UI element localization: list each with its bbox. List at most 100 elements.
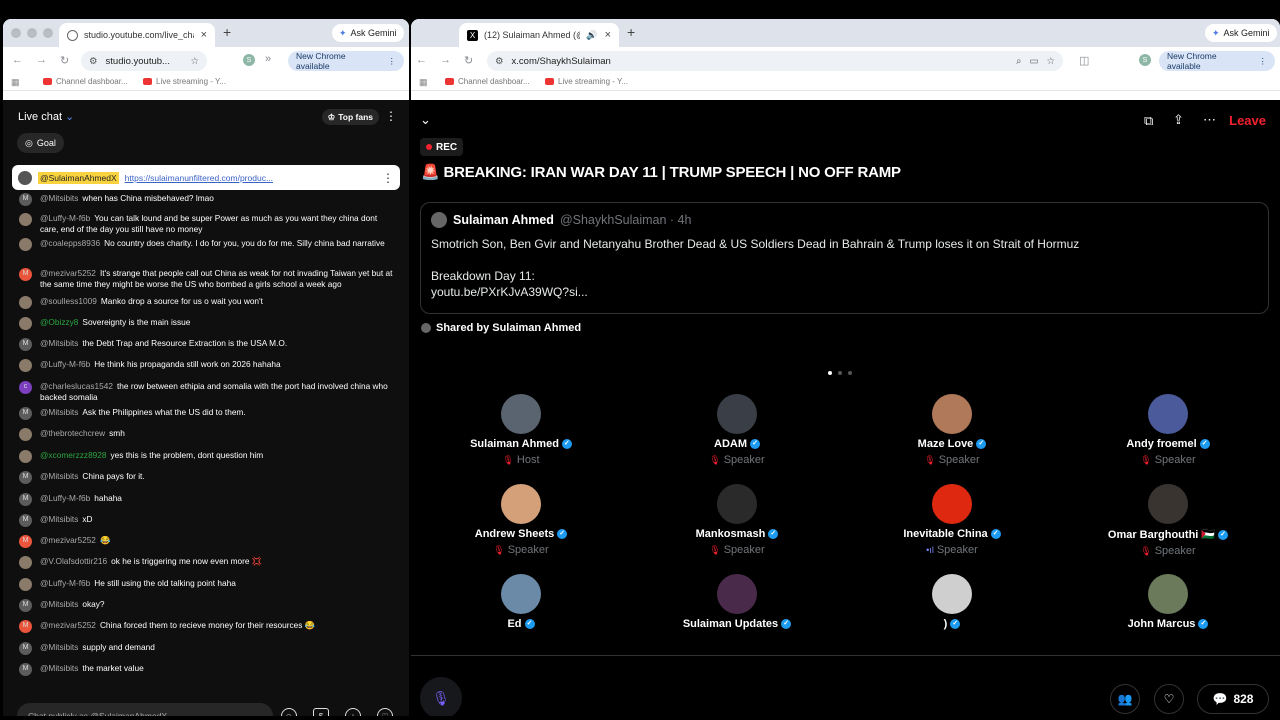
pager-dots[interactable] [828,371,852,375]
chat-message[interactable]: M @Mitsibits xD [19,514,394,527]
avatar[interactable] [19,556,32,569]
chat-username[interactable]: @thebrotechcrew [40,428,105,438]
chat-message[interactable]: @Obizzy8 Sovereignty is the main issue [19,317,394,330]
ask-gemini-button[interactable]: ✦ Ask Gemini [1205,24,1277,42]
avatar[interactable] [19,359,32,372]
avatar[interactable]: M [19,642,32,655]
chat-message[interactable]: M @Mitsibits when has China misbehaved? lm… [19,193,394,206]
extensions-chevron-icon[interactable]: » [265,53,271,65]
chat-message[interactable]: @Luffy-M-f6b He still using the old talki… [19,578,394,591]
avatar[interactable] [717,394,757,434]
address-bar[interactable]: ⚙ x.com/ShaykhSulaiman ⌕ ▭ ☆ [487,51,1063,71]
tab-live-chat[interactable]: studio.youtube.com/live_chat × [59,23,215,47]
avatar[interactable] [932,484,972,524]
top-fans-button[interactable]: ♔ Top fans [321,109,379,125]
avatar[interactable]: M [19,535,32,548]
avatar[interactable]: c [19,381,32,394]
speaker-card[interactable]: Andrew Sheets ✓ 🎙 Speaker [421,484,621,556]
avatar[interactable] [19,317,32,330]
avatar[interactable] [932,574,972,614]
speaker-card[interactable]: Andy froemel ✓ 🎙 Speaker [1068,394,1268,466]
forward-icon[interactable]: → [440,54,451,66]
collapse-chevron-icon[interactable]: ⌄ [420,112,431,128]
avatar[interactable]: M [19,620,32,633]
react-button[interactable]: ♡ [1154,684,1184,714]
avatar[interactable] [1148,394,1188,434]
close-tab-icon[interactable]: × [605,29,611,41]
speaker-card[interactable]: Mankosmash ✓ 🎙 Speaker [637,484,837,556]
cast-icon[interactable]: ▭ [1029,56,1038,67]
bookmark-live-streaming[interactable]: Live streaming - Y... [143,77,226,86]
avatar[interactable] [717,484,757,524]
heart-icon[interactable]: ♡ [377,708,393,716]
chat-message[interactable]: M @Mitsibits Ask the Philippines what the … [19,407,394,420]
close-window-icon[interactable] [11,28,21,38]
new-chrome-available-button[interactable]: New Chrome available ⋮ [1159,51,1275,71]
chat-message[interactable]: @thebrotechcrew smh [19,428,394,441]
speaker-card[interactable]: Sulaiman Updates✓ 🎙Speaker [637,574,837,635]
chat-message[interactable]: M @Mitsibits supply and demand [19,642,394,655]
chat-menu-icon[interactable]: ⋮ [385,109,397,123]
speaker-card[interactable]: Inevitable China ✓ •ıl Speaker [852,484,1052,556]
chat-username[interactable]: @mezivar5252 [40,620,96,630]
avatar[interactable] [501,574,541,614]
chat-username[interactable]: @V.Olafsdottir216 [40,556,107,566]
chat-message[interactable]: @coalepps8936 No country does charity. I … [19,238,394,251]
avatar[interactable] [19,428,32,441]
maximize-window-icon[interactable] [43,28,53,38]
avatar[interactable]: M [19,663,32,676]
chat-message[interactable]: @Luffy-M-f6b You can talk lound and be su… [19,213,394,234]
site-settings-icon[interactable]: ⚙ [495,56,504,67]
dock-icon[interactable]: ⧉ [1144,113,1153,129]
chat-username[interactable]: @Luffy-M-f6b [40,213,90,223]
chat-message[interactable]: @xcomerzzz8928 yes this is the problem, d… [19,450,394,463]
chat-username[interactable]: @Mitsibits [40,471,78,481]
avatar[interactable] [19,238,32,251]
chat-username[interactable]: @mezivar5252 [40,535,96,545]
chat-username[interactable]: @Obizzy8 [40,317,78,327]
zoom-icon[interactable]: ⌕ [1016,56,1021,67]
chat-message[interactable]: @V.Olafsdottir216 ok he is triggering me … [19,556,394,569]
avatar[interactable]: M [19,268,32,281]
side-panel-icon[interactable]: ◫ [1079,54,1089,67]
speaker-card[interactable]: Sulaiman Ahmed ✓ 🎙 Host [421,394,621,466]
minimize-window-icon[interactable] [27,28,37,38]
ask-gemini-button[interactable]: ✦ Ask Gemini [332,24,404,42]
avatar[interactable] [501,394,541,434]
bookmark-live-streaming[interactable]: Live streaming - Y... [545,77,628,86]
avatar[interactable]: M [19,193,32,206]
pager-dot[interactable] [828,371,832,375]
avatar[interactable]: M [19,493,32,506]
chat-username[interactable]: @Mitsibits [40,338,78,348]
speaker-card[interactable]: )✓ 🎙Speaker [852,574,1052,635]
chat-message[interactable]: M @mezivar5252 😂 [19,535,394,548]
microphone-button[interactable]: 🎙 [420,677,462,716]
goal-button[interactable]: ◎ Goal [17,133,64,153]
reload-icon[interactable]: ↻ [464,54,473,67]
add-icon[interactable]: + [345,708,361,716]
window-controls[interactable] [11,28,53,38]
speaker-card[interactable]: Maze Love ✓ 🎙 Speaker [852,394,1052,466]
chat-username[interactable]: @Mitsibits [40,663,78,673]
chat-username[interactable]: @Mitsibits [40,599,78,609]
profile-avatar[interactable]: S [1139,54,1151,66]
chat-message[interactable]: @Luffy-M-f6b He think his propaganda stil… [19,359,394,372]
chat-username[interactable]: @charleslucas1542 [40,381,113,391]
avatar[interactable]: M [19,338,32,351]
site-settings-icon[interactable]: ⚙ [89,56,98,67]
tab-x-space[interactable]: X (12) Sulaiman Ahmed (@S 🔊 × [459,23,619,47]
speaker-card[interactable]: ADAM ✓ 🎙 Speaker [637,394,837,466]
chat-username[interactable]: @mezivar5252 [40,268,96,278]
speaker-card[interactable]: Omar Barghouthi 🇵🇸 ✓ 🎙 Speaker [1068,484,1268,557]
close-tab-icon[interactable]: × [201,29,207,41]
post-author-name[interactable]: Sulaiman Ahmed [453,213,554,227]
chat-username[interactable]: @Mitsibits [40,514,78,524]
avatar[interactable] [19,450,32,463]
avatar[interactable] [1148,574,1188,614]
avatar[interactable] [717,574,757,614]
emoji-icon[interactable]: ☺ [281,708,297,716]
chat-message[interactable]: M @mezivar5252 China forced them to reciev… [19,620,394,633]
speaker-audio-icon[interactable]: 🔊 [586,30,597,41]
avatar[interactable]: M [19,407,32,420]
chat-username[interactable]: @soulless1009 [40,296,97,306]
